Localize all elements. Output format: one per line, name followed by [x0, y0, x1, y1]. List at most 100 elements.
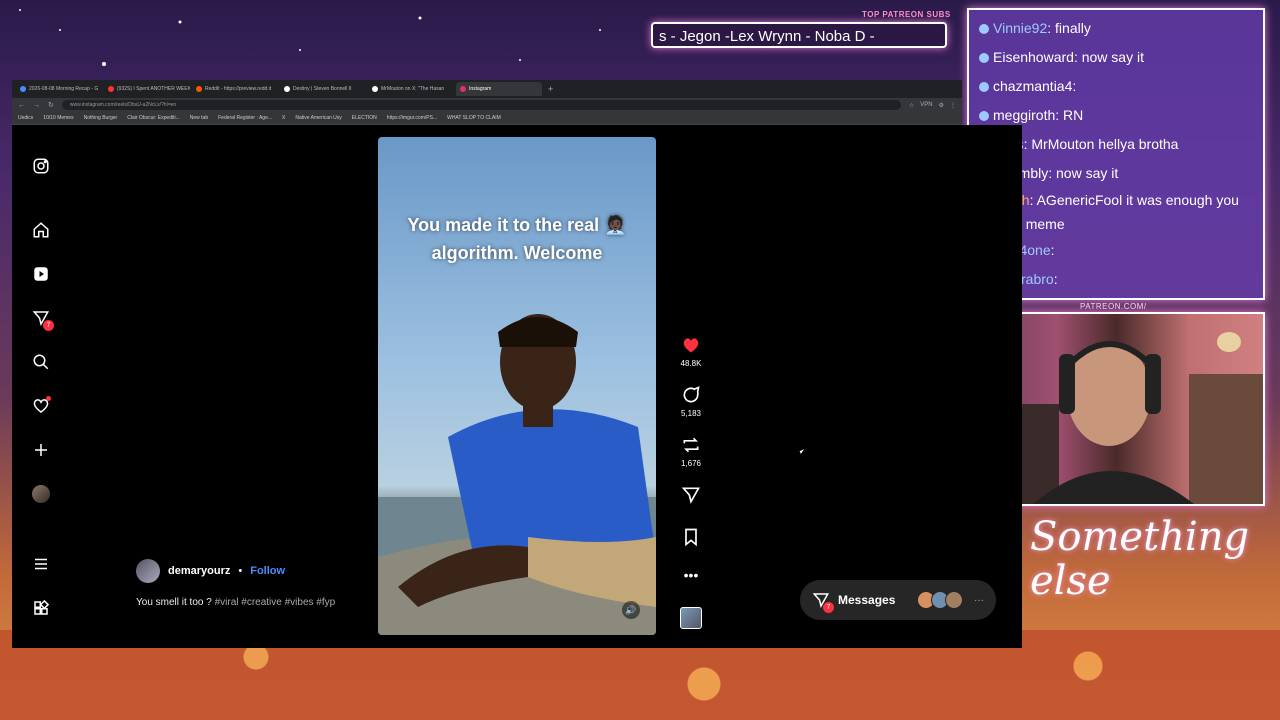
browser-window: 2026-08-08 Morning Recap - G (932S) I Spe…: [12, 80, 1022, 648]
volume-icon[interactable]: 🔊: [622, 601, 640, 619]
like-count: 48.8K: [680, 359, 702, 368]
bookmark-item[interactable]: ELECTION: [352, 115, 377, 121]
chat-message: Eisenhoward: now say it: [979, 43, 1253, 72]
new-tab-button[interactable]: +: [544, 84, 553, 94]
bookmark-item[interactable]: Federal Register : Age...: [218, 115, 272, 121]
browser-tab[interactable]: Reddit - https://preview.redd.it: [192, 82, 278, 96]
like-button[interactable]: 48.8K: [676, 335, 706, 385]
comment-button[interactable]: 5,183: [676, 385, 706, 435]
repost-button[interactable]: 1,676: [676, 435, 706, 485]
address-bar: ← → ↻ www.instagram.com/reels/DbuU-a2NcL…: [12, 98, 962, 112]
instagram-logo-icon[interactable]: [32, 157, 50, 175]
browser-tab[interactable]: 2026-08-08 Morning Recap - G: [16, 82, 102, 96]
chat-text: : now say it: [1073, 49, 1144, 65]
reels-icon[interactable]: [32, 265, 50, 283]
extensions-icon[interactable]: ⚙: [939, 102, 944, 109]
messages-pill-badge: 7: [823, 602, 834, 613]
message-avatar: [945, 591, 963, 609]
more-avatars-icon: ···: [974, 594, 984, 606]
bookmark-item[interactable]: Nothing Burger: [84, 115, 118, 121]
follow-button[interactable]: Follow: [250, 565, 285, 577]
tab-bar: 2026-08-08 Morning Recap - G (932S) I Spe…: [12, 80, 962, 98]
instagram-sidebar: 7: [12, 125, 68, 648]
browser-tab[interactable]: (932S) I Spent ANOTHER WEEK: [104, 82, 190, 96]
bookmark-item[interactable]: Clair Obscur: Expediti...: [127, 115, 180, 121]
chat-username: Vinnie92: [993, 20, 1048, 36]
chat-username: Eisenhoward: [993, 49, 1074, 65]
tab-label: MrMouton on X: "The Hasan: [381, 86, 445, 92]
repost-count: 1,676: [680, 459, 702, 468]
chat-text: : MrMouton hellya brotha: [1023, 136, 1179, 152]
messages-pill-icon: 7: [812, 591, 834, 613]
author-username[interactable]: demaryourz: [168, 565, 230, 577]
back-icon[interactable]: ←: [18, 102, 25, 109]
chat-text: :: [1050, 242, 1055, 258]
tab-favicon-icon: [196, 86, 202, 92]
description-tags[interactable]: #viral #creative #vibes #fyp: [215, 597, 336, 608]
messages-label: Messages: [838, 593, 896, 607]
reload-icon[interactable]: ↻: [48, 101, 54, 109]
notification-dot: [46, 396, 51, 401]
bookmark-item[interactable]: WHAT SLOP TO CLAIM: [447, 115, 501, 121]
browser-tab[interactable]: MrMouton on X: "The Hasan: [368, 82, 454, 96]
messages-icon[interactable]: 7: [32, 309, 54, 331]
create-plus-icon[interactable]: [32, 441, 50, 459]
browser-tab[interactable]: Destiny | Steven Bonnell II: [280, 82, 366, 96]
share-button[interactable]: [676, 485, 706, 527]
chat-text: :: [1072, 78, 1077, 94]
notifications-heart-icon[interactable]: [32, 396, 51, 415]
also-from-meta-icon[interactable]: [32, 599, 50, 617]
heart-icon: [683, 338, 699, 353]
tab-favicon-icon: [372, 86, 378, 92]
chat-text: : now say it: [1048, 165, 1119, 181]
url-input[interactable]: www.instagram.com/reels/DbuU-a2NcLx/?hl=…: [61, 100, 901, 110]
author-avatar[interactable]: [136, 559, 160, 583]
bookmark-item[interactable]: New tab: [190, 115, 208, 121]
forward-icon[interactable]: →: [33, 102, 40, 109]
mouse-cursor: [799, 449, 806, 454]
bookmark-item[interactable]: https://imgur.com/PS...: [387, 115, 437, 121]
chat-message: chazmantia4:: [979, 72, 1253, 101]
bookmarks-bar: Uedics 10/10 Memes Nothing Burger Clair Obs…: [12, 112, 962, 125]
description-text: You smell it too ?: [136, 597, 212, 608]
home-icon[interactable]: [32, 221, 50, 239]
bookmark-star-icon[interactable]: ☆: [909, 102, 914, 109]
bookmark-item[interactable]: 10/10 Memes: [43, 115, 73, 121]
save-button[interactable]: [676, 527, 706, 567]
chat-message: Vinnie92: finally: [979, 14, 1253, 43]
audio-thumbnail[interactable]: [680, 607, 702, 629]
browser-tab[interactable]: Instagram: [456, 82, 542, 96]
more-menu-icon[interactable]: [32, 555, 50, 573]
instagram-page: 7: [12, 125, 1022, 648]
menu-icon[interactable]: ⋮: [950, 102, 956, 109]
search-icon[interactable]: [32, 353, 50, 371]
bookmark-item[interactable]: X: [282, 115, 285, 121]
tab-favicon-icon: [108, 86, 114, 92]
comment-count: 5,183: [680, 409, 702, 418]
tab-label: Instagram: [469, 86, 492, 92]
reel-actions: 48.8K 5,183 1,676 •••: [676, 335, 706, 629]
messages-pill[interactable]: 7 Messages ···: [800, 580, 996, 620]
chat-text: : AGenericFool it was enough: [1029, 192, 1213, 208]
bookmark-item[interactable]: Native American Usy: [295, 115, 341, 121]
message-avatars: [917, 591, 963, 609]
more-options-icon[interactable]: •••: [676, 567, 706, 599]
bookmark-item[interactable]: Uedics: [18, 115, 33, 121]
patreon-label: TOP PATREON SUBS: [862, 10, 951, 19]
reel-author: demaryourz • Follow: [136, 559, 285, 583]
chat-badge-icon: [979, 82, 989, 93]
reel-video[interactable]: You made it to the real 🧑🏿‍💼 algorithm. …: [378, 137, 656, 635]
tab-label: 2026-08-08 Morning Recap - G: [29, 86, 99, 92]
tab-label: Destiny | Steven Bonnell II: [293, 86, 352, 92]
comment-icon: [683, 386, 700, 403]
chat-badge-icon: [979, 111, 989, 122]
vpn-icon[interactable]: VPN: [920, 102, 932, 108]
messages-badge: 7: [43, 320, 54, 331]
profile-avatar[interactable]: [32, 485, 50, 503]
chat-badge-icon: [979, 53, 989, 64]
tab-label: (932S) I Spent ANOTHER WEEK: [117, 86, 190, 92]
chat-badge-icon: [979, 24, 989, 35]
chat-username: chazmantia4: [993, 78, 1073, 94]
share-icon: [681, 487, 700, 504]
signature-logo: Something else: [1030, 514, 1250, 604]
